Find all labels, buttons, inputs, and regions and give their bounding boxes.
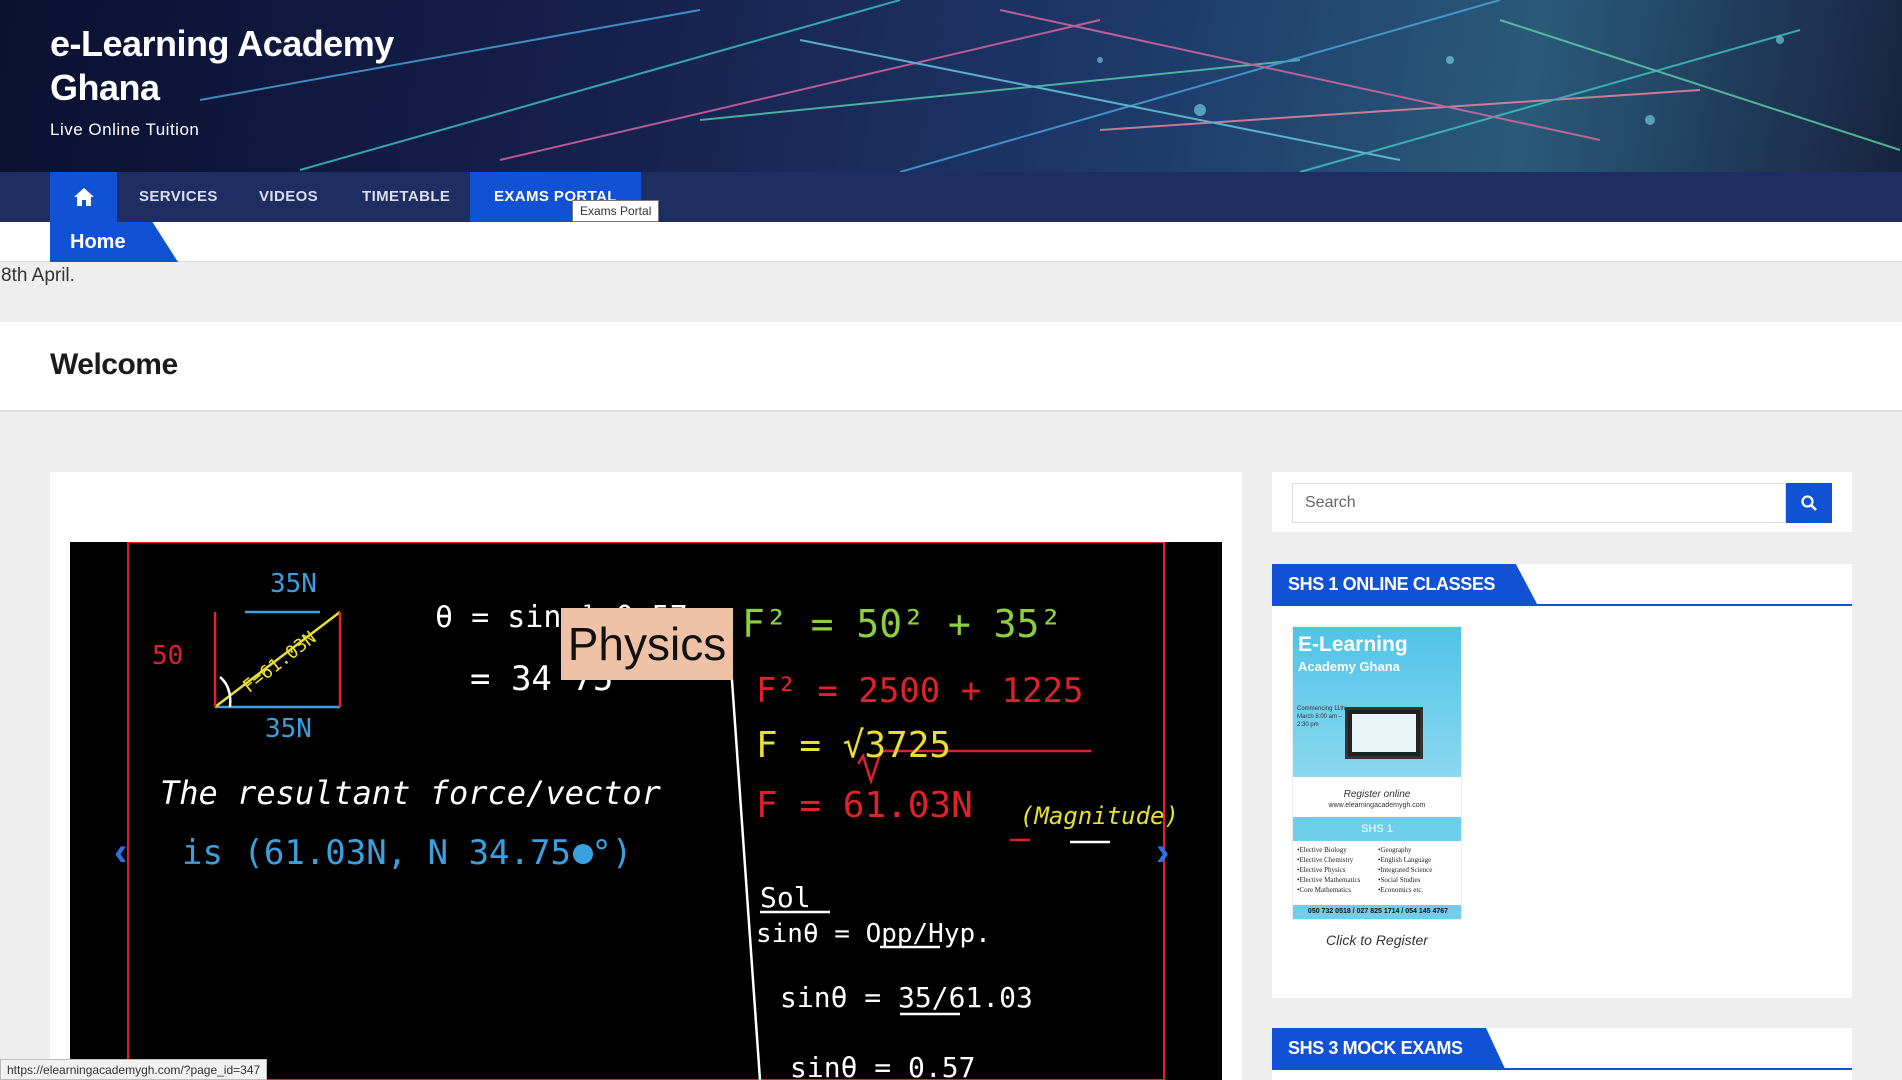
status-bar-url: https://elearningacademygh.com/?page_id=… bbox=[0, 1059, 268, 1080]
widget-shs1-classes: SHS 1 ONLINE CLASSES E-Learning Academy … bbox=[1272, 564, 1852, 998]
poster-phone: 050 732 0518 / 027 825 1714 / 054 145 47… bbox=[1293, 905, 1461, 919]
subject: •Social Studies bbox=[1378, 876, 1421, 884]
widget-header: SHS 1 ONLINE CLASSES bbox=[1272, 564, 1852, 606]
widget-title: SHS 1 ONLINE CLASSES bbox=[1272, 564, 1538, 604]
search-icon bbox=[1801, 495, 1817, 511]
subject: •Core Mathematics bbox=[1297, 886, 1351, 894]
poster-subtitle: Academy Ghana bbox=[1298, 659, 1400, 674]
nav-item-videos[interactable]: VIDEOS bbox=[259, 172, 318, 222]
main-content-card: 35N 50 F=61.03N 35N θ = sin⁻¹ 0.57 = 34 … bbox=[50, 472, 1242, 1080]
poster-register: Register online bbox=[1343, 789, 1411, 800]
board-text: sinθ = Opp/Hyp. bbox=[756, 919, 991, 949]
widget-shs3-mock-exams: SHS 3 MOCK EXAMS bbox=[1272, 1028, 1852, 1080]
poster-website: www.elearningacademygh.com bbox=[1328, 802, 1426, 809]
widget-title: SHS 3 MOCK EXAMS bbox=[1272, 1028, 1505, 1068]
subject: •Elective Physics bbox=[1297, 866, 1346, 874]
board-text: sinθ = 35/61.03 bbox=[780, 981, 1033, 1014]
breadcrumb-home: Home bbox=[50, 222, 178, 262]
header-banner: e-Learning Academy Ghana Live Online Tui… bbox=[0, 0, 1902, 172]
register-poster-image[interactable]: E-Learning Academy Ghana Commencing 11th… bbox=[1292, 626, 1462, 920]
poster-caption[interactable]: Click to Register bbox=[1292, 932, 1462, 948]
poster-commencing: Commencing 11th March 8:00 am – 2:30 pm bbox=[1297, 706, 1346, 728]
site-tagline: Live Online Tuition bbox=[50, 120, 200, 139]
breadcrumb: Home bbox=[0, 222, 1902, 262]
board-text: sinθ = 0.57 bbox=[790, 1051, 975, 1080]
poster-subjects: •Elective Biology •Geography •Elective C… bbox=[1293, 841, 1461, 895]
main-nav: SERVICES VIDEOS TIMETABLE EXAMS PORTAL bbox=[0, 172, 1902, 222]
subject: •Elective Chemistry bbox=[1297, 856, 1354, 864]
board-text: (Magnitude) bbox=[1020, 802, 1179, 830]
poster-header: E-Learning Academy Ghana Commencing 11th… bbox=[1293, 627, 1461, 777]
board-text: is (61.03N, N 34.75 °) bbox=[182, 833, 632, 873]
board-text: 50 bbox=[152, 641, 183, 671]
board-text: 35N bbox=[265, 714, 312, 744]
search-widget bbox=[1272, 472, 1852, 532]
board-text: The resultant force/vector bbox=[160, 774, 662, 812]
nav-item-timetable[interactable]: TIMETABLE bbox=[362, 172, 450, 222]
slider-next-icon[interactable]: › bbox=[1156, 832, 1169, 872]
board-text: 35N bbox=[270, 569, 317, 599]
notice-text: 8th April. bbox=[1, 265, 75, 286]
nav-item-services[interactable]: SERVICES bbox=[139, 172, 218, 222]
subject: •Elective Biology bbox=[1297, 846, 1347, 854]
image-slider[interactable]: 35N 50 F=61.03N 35N θ = sin⁻¹ 0.57 = 34 … bbox=[70, 542, 1222, 1080]
poster-level: SHS 1 bbox=[1293, 817, 1461, 841]
subject: •English Language bbox=[1378, 856, 1432, 864]
nav-tooltip: Exams Portal bbox=[572, 200, 660, 222]
subject: •Elective Mathematics bbox=[1297, 876, 1361, 884]
subject: •Economics etc. bbox=[1378, 886, 1424, 894]
slider-prev-icon[interactable]: ‹ bbox=[114, 832, 127, 872]
board-text: Sol bbox=[760, 881, 811, 914]
slide-caption-label: Physics bbox=[561, 608, 733, 680]
subject: •Integrated Science bbox=[1378, 866, 1433, 874]
laptop-icon bbox=[1345, 707, 1423, 759]
nav-home-button[interactable] bbox=[50, 172, 117, 222]
board-text: F² = 2500 + 1225 bbox=[756, 671, 1084, 711]
subject: •Geography bbox=[1378, 846, 1412, 854]
board-text: F² = 50² + 35² bbox=[742, 602, 1062, 646]
page-title-bar: Welcome bbox=[0, 322, 1902, 412]
widget-header: SHS 3 MOCK EXAMS bbox=[1272, 1028, 1852, 1070]
search-input[interactable] bbox=[1292, 483, 1786, 523]
board-text: F = √3725 bbox=[756, 725, 951, 766]
search-button[interactable] bbox=[1786, 483, 1832, 523]
home-icon bbox=[73, 188, 94, 206]
page-title: Welcome bbox=[50, 348, 178, 381]
board-text: F = 61.03N bbox=[756, 785, 973, 826]
poster-title: E-Learning bbox=[1298, 633, 1408, 656]
board-text: F=61.03N bbox=[239, 627, 320, 697]
site-title[interactable]: e-Learning Academy Ghana bbox=[50, 22, 450, 110]
